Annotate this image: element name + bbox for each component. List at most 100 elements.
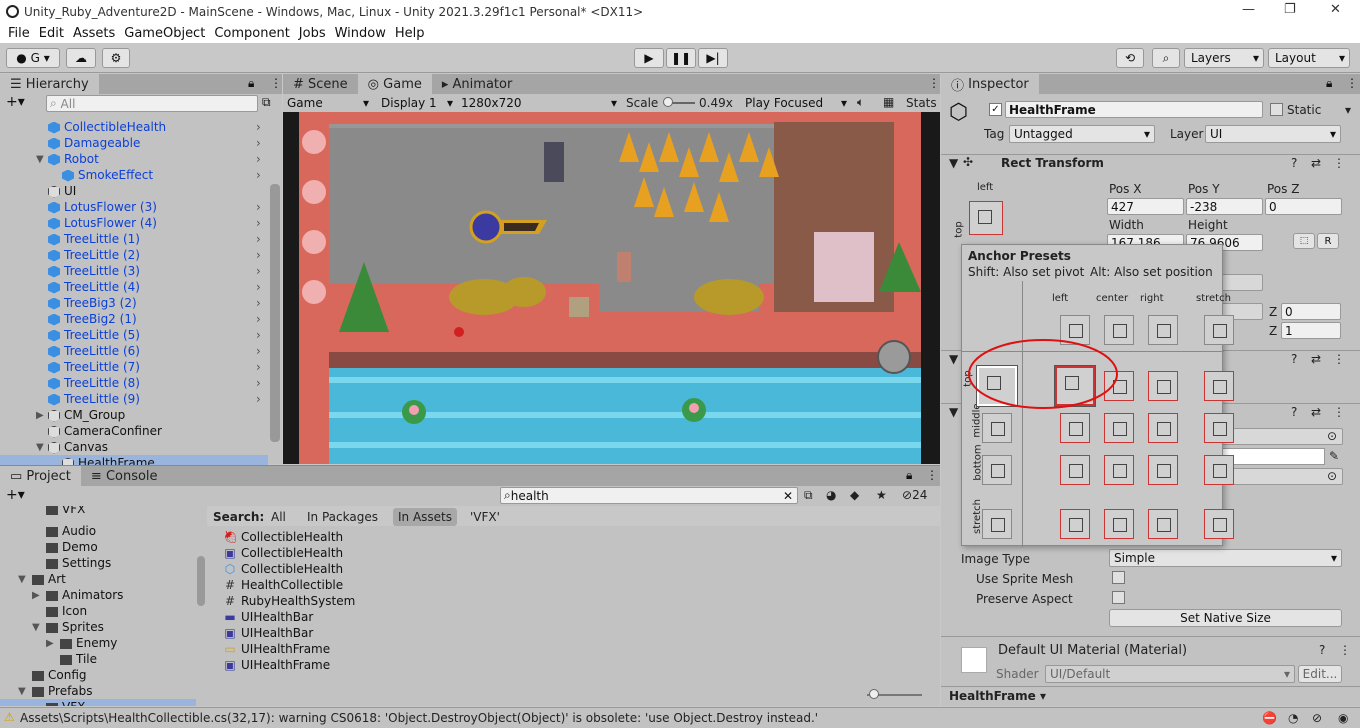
project-folder-item[interactable]: VFX xyxy=(0,506,196,517)
baking-icon[interactable]: ◔ xyxy=(1288,711,1298,725)
help-icon[interactable]: ? xyxy=(1291,405,1297,419)
chevron-right-icon[interactable]: › xyxy=(256,392,261,406)
scale-slider-handle[interactable] xyxy=(663,97,673,107)
search-result-item[interactable]: ▬ UIHealthBar xyxy=(223,609,313,625)
menu-assets[interactable]: Assets xyxy=(73,26,115,41)
tab-animator[interactable]: ▸ Animator xyxy=(432,74,522,94)
filter-vfx[interactable]: 'VFX' xyxy=(470,510,500,524)
pos-z-field[interactable]: 0 xyxy=(1265,198,1342,215)
play-button[interactable]: ▶ xyxy=(634,48,664,68)
chevron-down-icon[interactable]: ▾ xyxy=(1345,103,1351,117)
static-checkbox[interactable] xyxy=(1270,103,1283,116)
scale-z-field[interactable]: 1 xyxy=(1281,322,1341,339)
hierarchy-search-input[interactable]: ⌕ All xyxy=(46,95,258,112)
project-folder-item[interactable]: ▶ Animators xyxy=(0,587,196,603)
project-folder-item[interactable]: ▼ Sprites xyxy=(0,619,196,635)
active-checkbox[interactable]: ✓ xyxy=(989,103,1002,116)
chevron-right-icon[interactable]: › xyxy=(256,296,261,310)
hierarchy-item[interactable]: TreeBig2 (1) › xyxy=(0,311,268,327)
hierarchy-item[interactable]: SmokeEffect › xyxy=(0,167,268,183)
anchor-preset-cell[interactable] xyxy=(1148,315,1178,345)
hierarchy-item[interactable]: TreeLittle (1) › xyxy=(0,231,268,247)
status-bar[interactable]: ⚠ Assets\Scripts\HealthCollectible.cs(32… xyxy=(0,707,1360,728)
chevron-right-icon[interactable]: › xyxy=(256,152,261,166)
more-icon[interactable]: ⋮ xyxy=(1333,156,1345,170)
tab-hierarchy[interactable]: ☰ Hierarchy xyxy=(0,74,99,94)
shader-dropdown[interactable]: UI/Default ▾ xyxy=(1045,665,1295,683)
help-icon[interactable]: ? xyxy=(1319,643,1325,657)
anchor-preset-cell[interactable] xyxy=(1148,371,1178,401)
icon-size-slider-handle[interactable] xyxy=(869,689,879,699)
footer-object-dropdown[interactable]: HealthFrame ▾ xyxy=(949,689,1046,703)
close-icon[interactable]: ✕ xyxy=(1330,2,1341,17)
more-icon[interactable]: ⋮ xyxy=(1333,352,1345,366)
hierarchy-item[interactable]: Damageable › xyxy=(0,135,268,151)
progress-icon[interactable]: ◉ xyxy=(1338,711,1348,725)
help-icon[interactable]: ? xyxy=(1291,352,1297,366)
anchor-preset-cell[interactable] xyxy=(1104,509,1134,539)
hierarchy-item[interactable]: ▶ CM_Group xyxy=(0,407,268,423)
search-button[interactable]: ⌕ xyxy=(1152,48,1180,68)
chevron-right-icon[interactable]: › xyxy=(256,216,261,230)
chevron-right-icon[interactable]: › xyxy=(256,360,261,374)
hierarchy-item[interactable]: TreeLittle (2) › xyxy=(0,247,268,263)
project-folder-item[interactable]: Config xyxy=(0,667,196,683)
more-icon[interactable]: ⋮ xyxy=(926,468,938,482)
chevron-right-icon[interactable]: › xyxy=(256,248,261,262)
tab-game[interactable]: ◎ Game xyxy=(357,74,432,94)
chevron-right-icon[interactable]: › xyxy=(256,344,261,358)
display-dropdown[interactable]: Display 1 ▾ xyxy=(377,94,457,112)
chevron-right-icon[interactable]: › xyxy=(256,120,261,134)
anchor-preset-cell[interactable] xyxy=(1204,455,1234,485)
chevron-right-icon[interactable]: › xyxy=(256,376,261,390)
color-field[interactable] xyxy=(1221,448,1325,465)
foldout-expanded-icon[interactable]: ▼ xyxy=(18,686,26,697)
hierarchy-item[interactable]: TreeLittle (6) › xyxy=(0,343,268,359)
layers-dropdown[interactable]: Layers ▾ xyxy=(1184,48,1264,68)
project-folder-item[interactable]: ▶ Enemy xyxy=(0,635,196,651)
project-folder-item[interactable]: ▼ Prefabs xyxy=(0,683,196,699)
filter-in-assets[interactable]: In Assets xyxy=(393,508,458,526)
menu-help[interactable]: Help xyxy=(395,26,425,41)
more-icon[interactable]: ⋮ xyxy=(1346,76,1358,90)
object-name-field[interactable]: HealthFrame xyxy=(1005,101,1263,118)
debugger-icon[interactable]: ⛔ xyxy=(1262,711,1277,725)
tag-dropdown[interactable]: Untagged ▾ xyxy=(1009,125,1155,143)
add-asset-button[interactable]: +▾ xyxy=(6,487,25,503)
object-picker-icon[interactable]: ⊙ xyxy=(1327,469,1337,483)
cloud-button[interactable]: ☁ xyxy=(66,48,96,68)
rect-transform-header[interactable]: ▼ ✣ Rect Transform ? ⇄ ⋮ xyxy=(941,154,1360,172)
minimize-icon[interactable]: — xyxy=(1242,2,1255,17)
layout-dropdown[interactable]: Layout ▾ xyxy=(1268,48,1350,68)
raw-edit-button[interactable]: R xyxy=(1317,233,1339,249)
hierarchy-item[interactable]: CameraConfiner xyxy=(0,423,268,439)
play-focused-dropdown[interactable]: Play Focused ▾ xyxy=(741,94,851,112)
eyedropper-icon[interactable]: ✎ xyxy=(1329,449,1339,463)
tab-scene[interactable]: # Scene xyxy=(283,74,358,94)
foldout-collapsed-icon[interactable]: ▶ xyxy=(46,638,54,649)
restore-icon[interactable]: ❐ xyxy=(1284,2,1296,17)
anchor-preset-cell[interactable] xyxy=(1148,455,1178,485)
more-icon[interactable]: ⋮ xyxy=(928,76,940,90)
chevron-right-icon[interactable]: › xyxy=(256,328,261,342)
hierarchy-item[interactable]: TreeLittle (8) › xyxy=(0,375,268,391)
network-icon[interactable]: ⊘ xyxy=(1312,711,1322,725)
tab-project[interactable]: ▭ Project xyxy=(0,466,81,486)
hierarchy-scrollbar[interactable] xyxy=(270,184,280,442)
anchor-preset-cell[interactable] xyxy=(1204,413,1234,443)
anchor-preset-cell[interactable] xyxy=(1060,509,1090,539)
menu-gameobject[interactable]: GameObject xyxy=(124,26,205,41)
search-result-item[interactable]: # HealthCollectible xyxy=(223,577,343,593)
project-folder-item[interactable]: Demo xyxy=(0,539,196,555)
chevron-right-icon[interactable]: › xyxy=(256,280,261,294)
step-button[interactable]: ▶| xyxy=(698,48,728,68)
search-by-type-icon[interactable]: ⧉ xyxy=(804,488,813,503)
audio-icon[interactable]: 🔈︎ xyxy=(857,95,864,110)
preset-icon[interactable]: ⇄ xyxy=(1311,405,1321,419)
lock-icon[interactable]: 🔒︎ xyxy=(248,76,254,91)
use-sprite-mesh-checkbox[interactable] xyxy=(1112,571,1125,584)
foldout-expanded-icon[interactable]: ▼ xyxy=(36,442,44,453)
anchor-preset-cell[interactable] xyxy=(982,509,1012,539)
anchor-preset-cell[interactable] xyxy=(1204,509,1234,539)
edit-shader-button[interactable]: Edit... xyxy=(1298,665,1342,683)
